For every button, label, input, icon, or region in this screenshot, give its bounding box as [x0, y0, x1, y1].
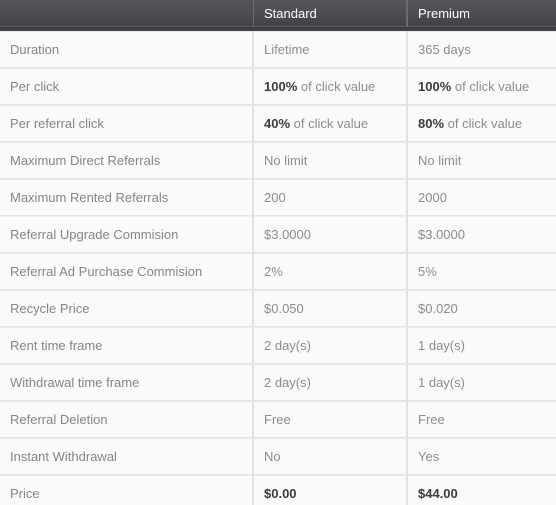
value-text: of click value	[444, 115, 523, 131]
feature-label: Referral Deletion	[0, 401, 253, 438]
value-text: $3.0000	[264, 226, 311, 242]
value-text: $3.0000	[418, 226, 465, 242]
column-header-standard: Standard	[253, 0, 407, 27]
value-cell-premium: Yes	[407, 438, 556, 475]
value-cell-premium: 100% of click value	[407, 68, 556, 105]
value-cell-standard: $0.00	[253, 475, 407, 505]
value-text: 365 days	[418, 41, 471, 57]
column-header-premium: Premium	[407, 0, 556, 27]
value-emphasis: 100%	[264, 78, 298, 94]
value-cell-premium: $44.00	[407, 475, 556, 505]
value-cell-standard: No	[253, 438, 407, 475]
value-cell-standard: 2 day(s)	[253, 327, 407, 364]
feature-label: Instant Withdrawal	[0, 438, 253, 475]
value-cell-standard: $3.0000	[253, 216, 407, 253]
value-cell-standard: 200	[253, 179, 407, 216]
value-text: 2 day(s)	[264, 374, 311, 390]
value-emphasis: 40%	[264, 115, 291, 131]
column-header-feature	[0, 0, 253, 27]
value-cell-standard: 2%	[253, 253, 407, 290]
value-text: 1 day(s)	[418, 374, 465, 390]
value-text: $0.020	[418, 300, 458, 316]
value-cell-standard: No limit	[253, 142, 407, 179]
value-text: 2000	[418, 189, 447, 205]
table-row: Price $0.00 $44.00	[0, 475, 556, 505]
value-cell-premium: $0.020	[407, 290, 556, 327]
value-cell-premium: 2000	[407, 179, 556, 216]
table-row: Recycle Price $0.050 $0.020	[0, 290, 556, 327]
value-emphasis: 80%	[418, 115, 445, 131]
value-text: No	[264, 448, 281, 464]
value-cell-premium: 1 day(s)	[407, 364, 556, 401]
value-text: of click value	[451, 78, 530, 94]
table-body: Duration Lifetime 365 days Per click 100% of…	[0, 31, 556, 505]
table-row: Maximum Direct Referrals No limit No limit	[0, 142, 556, 179]
value-text: 2%	[264, 263, 283, 279]
table-row: Per click 100% of click value 100% of clic…	[0, 68, 556, 105]
value-cell-premium: 5%	[407, 253, 556, 290]
value-text: Lifetime	[264, 41, 310, 57]
feature-label: Price	[0, 475, 253, 505]
value-cell-standard: 100% of click value	[253, 68, 407, 105]
header-row: Standard Premium	[0, 0, 556, 27]
value-emphasis: $0.00	[264, 485, 297, 501]
value-emphasis: $44.00	[418, 485, 458, 501]
feature-label: Recycle Price	[0, 290, 253, 327]
value-text: No limit	[264, 152, 308, 168]
value-text: 200	[264, 189, 286, 205]
table-row: Maximum Rented Referrals 200 2000	[0, 179, 556, 216]
feature-label: Duration	[0, 31, 253, 68]
value-cell-premium: 1 day(s)	[407, 327, 556, 364]
value-cell-premium: 80% of click value	[407, 105, 556, 142]
table-row: Referral Ad Purchase Commision 2% 5%	[0, 253, 556, 290]
table-row: Withdrawal time frame 2 day(s) 1 day(s)	[0, 364, 556, 401]
feature-label: Referral Upgrade Commision	[0, 216, 253, 253]
table-row: Per referral click 40% of click value 80% …	[0, 105, 556, 142]
feature-label: Per referral click	[0, 105, 253, 142]
table-row: Referral Upgrade Commision $3.0000 $3.0000	[0, 216, 556, 253]
value-text: 2 day(s)	[264, 337, 311, 353]
feature-label: Rent time frame	[0, 327, 253, 364]
value-text: of click value	[290, 115, 369, 131]
feature-label: Maximum Direct Referrals	[0, 142, 253, 179]
table-row: Rent time frame 2 day(s) 1 day(s)	[0, 327, 556, 364]
value-text: Yes	[418, 448, 440, 464]
value-text: Free	[418, 411, 445, 427]
value-text: 5%	[418, 263, 437, 279]
plan-comparison-table: Standard Premium Duration Lifetime 365 day…	[0, 0, 556, 505]
feature-label: Per click	[0, 68, 253, 105]
value-emphasis: 100%	[418, 78, 452, 94]
value-cell-premium: 365 days	[407, 31, 556, 68]
value-text: Free	[264, 411, 291, 427]
table-row: Duration Lifetime 365 days	[0, 31, 556, 68]
feature-label: Referral Ad Purchase Commision	[0, 253, 253, 290]
feature-label: Maximum Rented Referrals	[0, 179, 253, 216]
value-cell-standard: Free	[253, 401, 407, 438]
value-text: No limit	[418, 152, 462, 168]
value-text: $0.050	[264, 300, 304, 316]
value-cell-premium: $3.0000	[407, 216, 556, 253]
value-text: 1 day(s)	[418, 337, 465, 353]
value-cell-standard: Lifetime	[253, 31, 407, 68]
value-cell-premium: Free	[407, 401, 556, 438]
value-cell-standard: 2 day(s)	[253, 364, 407, 401]
feature-label: Withdrawal time frame	[0, 364, 253, 401]
table-row: Instant Withdrawal No Yes	[0, 438, 556, 475]
membership-comparison-table: Standard Premium Duration Lifetime 365 day…	[0, 0, 556, 505]
value-cell-premium: No limit	[407, 142, 556, 179]
table-header: Standard Premium	[0, 0, 556, 31]
table-row: Referral Deletion Free Free	[0, 401, 556, 438]
value-cell-standard: $0.050	[253, 290, 407, 327]
value-cell-standard: 40% of click value	[253, 105, 407, 142]
value-text: of click value	[297, 78, 376, 94]
